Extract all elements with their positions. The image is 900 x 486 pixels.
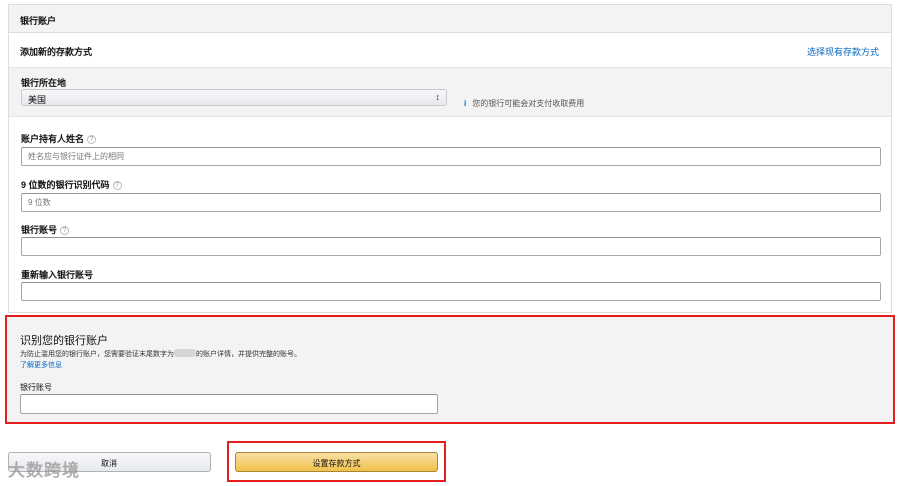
panel-header: 银行账户 [9, 5, 891, 33]
routing-number-label: 9 位数的银行识别代码? [21, 178, 122, 191]
bank-country-select[interactable]: 美国 ↕ [21, 89, 447, 106]
learn-more-link[interactable]: 了解更多信息 [20, 360, 62, 370]
identify-account-input[interactable] [20, 394, 438, 414]
watermark-text: 大数跨境 [8, 461, 80, 480]
account-confirm-label: 重新输入银行账号 [21, 270, 94, 280]
account-number-input[interactable] [21, 237, 881, 256]
holder-name-input[interactable] [21, 147, 881, 166]
cancel-button-label: 取消 [101, 459, 117, 468]
identify-description: 为防止滥用您的银行账户，您需要验证末尾数字为 的账户详情，并提供完整的账号。 [20, 349, 301, 359]
panel-title: 银行账户 [20, 16, 57, 26]
help-icon[interactable]: ? [87, 135, 97, 144]
add-method-row: 添加新的存款方式 选择现有存款方式 [9, 33, 891, 67]
watermark-logo: 大数跨境 [8, 456, 80, 481]
identify-account-section: 识别您的银行账户 为防止滥用您的银行账户，您需要验证末尾数字为 的账户详情，并提供… [5, 315, 895, 424]
set-deposit-method-label: 设置存款方式 [312, 459, 361, 468]
redacted-digits [174, 349, 196, 357]
choose-existing-link[interactable]: 选择现有存款方式 [807, 45, 879, 58]
bank-country-section: 银行所在地 美国 ↕ i 您的银行可能会对支付收取费用 [9, 67, 891, 117]
help-icon[interactable]: ? [60, 226, 70, 235]
add-method-title: 添加新的存款方式 [20, 47, 93, 57]
bank-country-label: 银行所在地 [21, 78, 67, 88]
identify-desc-after: 的账户详情，并提供完整的账号。 [196, 351, 301, 358]
set-deposit-method-button[interactable]: 设置存款方式 [235, 452, 438, 472]
select-arrows-icon: ↕ [435, 92, 441, 102]
account-confirm-input[interactable] [21, 282, 881, 301]
submit-highlight-frame: 设置存款方式 [227, 441, 446, 482]
routing-number-input[interactable] [21, 193, 881, 212]
bank-account-panel: 银行账户 添加新的存款方式 选择现有存款方式 银行所在地 美国 ↕ i 您的银行可… [8, 4, 892, 313]
identify-account-label: 银行账号 [20, 383, 52, 392]
bank-country-value: 美国 [28, 95, 47, 105]
help-icon[interactable]: ? [112, 181, 122, 190]
fee-info-text: 您的银行可能会对支付收取费用 [472, 99, 585, 108]
account-number-label-text: 银行账号 [21, 225, 58, 235]
identify-heading: 识别您的银行账户 [20, 335, 108, 347]
identify-desc-before: 为防止滥用您的银行账户，您需要验证末尾数字为 [20, 351, 174, 358]
info-icon: i [464, 99, 467, 108]
holder-name-label-text: 账户持有人姓名 [21, 134, 85, 144]
routing-number-label-text: 9 位数的银行识别代码 [21, 180, 110, 190]
holder-name-label: 账户持有人姓名? [21, 132, 97, 145]
fee-info: i 您的银行可能会对支付收取费用 [464, 98, 584, 109]
account-number-label: 银行账号? [21, 223, 70, 236]
